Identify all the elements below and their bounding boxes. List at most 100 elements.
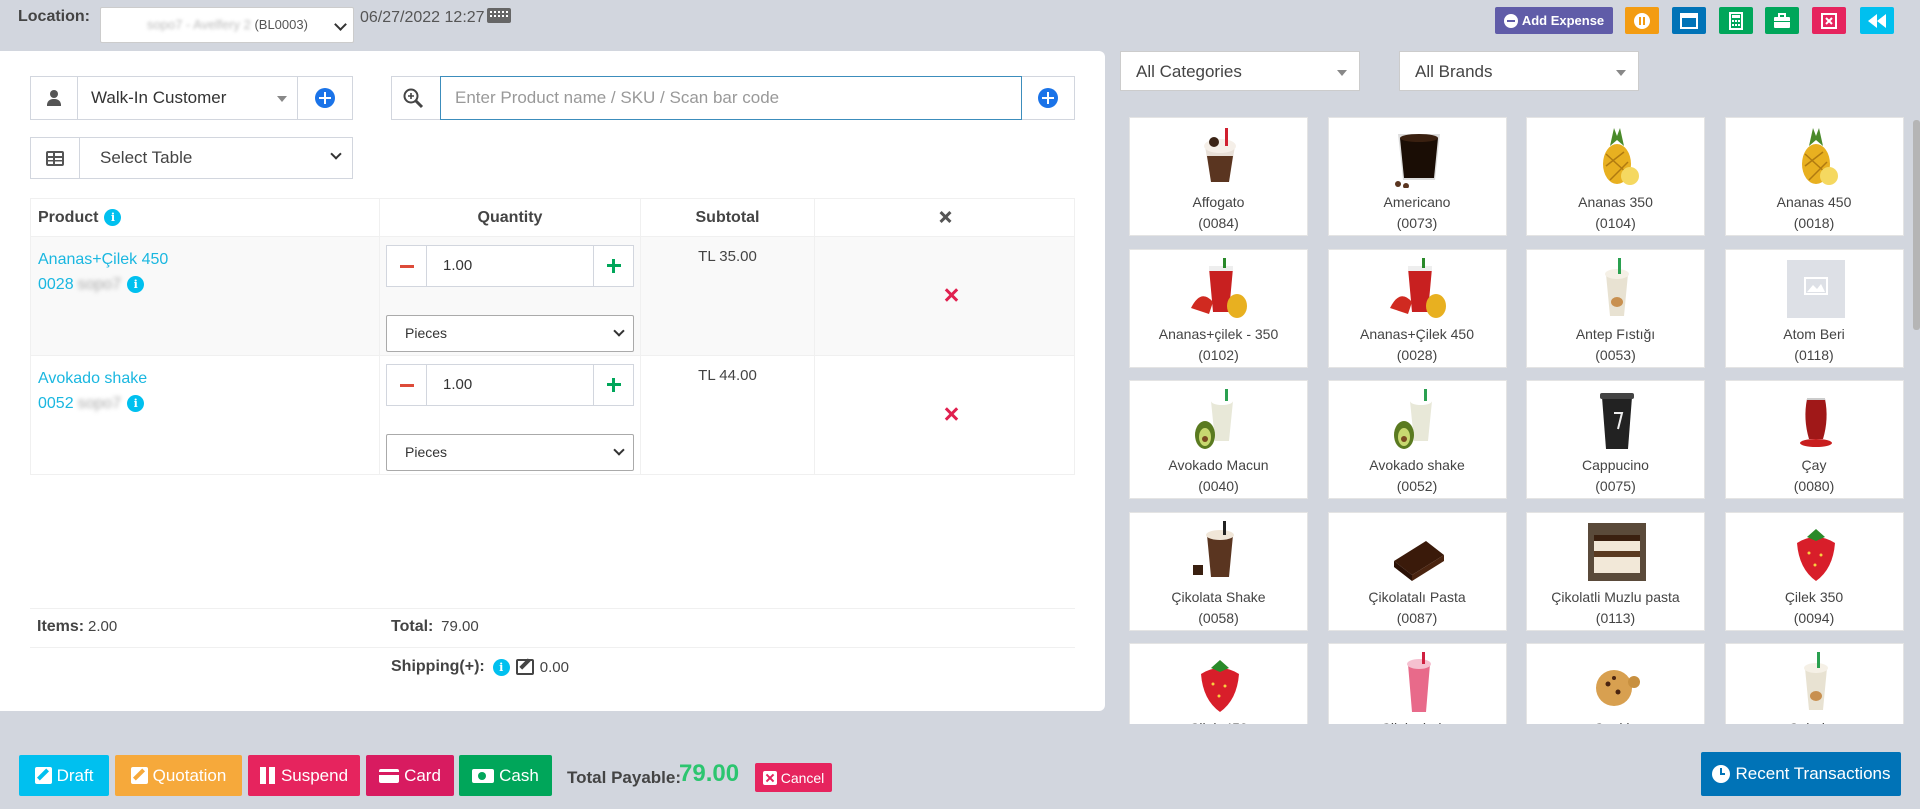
calculator-button[interactable] xyxy=(1719,7,1753,34)
product-tile-name: Americano xyxy=(1383,194,1451,210)
window-button[interactable] xyxy=(1672,7,1706,34)
add-expense-button[interactable]: Add Expense xyxy=(1495,7,1613,34)
draft-button[interactable]: Draft xyxy=(19,755,109,796)
cash-button[interactable]: Cash xyxy=(459,755,552,796)
edit-icon[interactable] xyxy=(515,659,534,675)
product-code-suffix: sopo7 xyxy=(77,276,122,293)
product-code: 0052 xyxy=(38,395,74,412)
product-tile[interactable]: Atom Beri (0118) xyxy=(1724,248,1904,368)
order-table: Product i Quantity Subtotal Ananas+Çilek … xyxy=(30,198,1075,475)
total-value: 79.00 xyxy=(441,618,479,635)
product-tile[interactable]: Çilek 350 (0094) xyxy=(1724,511,1904,631)
product-name-link[interactable]: Avokado shake xyxy=(38,366,379,391)
product-tile-name: Ananas+Çilek 450 xyxy=(1359,325,1475,342)
recent-transactions-button[interactable]: Recent Transactions xyxy=(1701,752,1901,796)
subtotal-header: Subtotal xyxy=(640,198,815,237)
card-button[interactable]: Card xyxy=(366,755,454,796)
info-icon[interactable]: i xyxy=(492,658,510,676)
pineapple-icon xyxy=(1783,126,1849,188)
chevron-down-icon xyxy=(334,18,347,31)
table-selector: Select Table xyxy=(30,137,353,179)
product-tile-name: Cappucino xyxy=(1582,457,1649,473)
add-product-button[interactable] xyxy=(1038,88,1058,108)
quantity-header: Quantity xyxy=(379,198,641,237)
items-label: Items: xyxy=(37,618,85,635)
product-tile[interactable]: Çikolatli Muzlu pasta (0113) xyxy=(1526,511,1705,631)
product-tile[interactable]: Ananas 350 (0104) xyxy=(1526,117,1705,236)
unit-select-value: Pieces xyxy=(405,325,448,341)
product-tile[interactable]: Ananas+çilek - 350 (0102) xyxy=(1129,248,1308,368)
product-tile[interactable]: Antep Fıstığı (0053) xyxy=(1526,248,1705,368)
keyboard-icon[interactable] xyxy=(487,8,511,23)
quotation-button[interactable]: Quotation xyxy=(115,755,242,796)
clock-icon xyxy=(1711,765,1730,783)
info-icon[interactable]: i xyxy=(127,276,145,293)
product-tile[interactable]: Americano (0073) xyxy=(1327,117,1507,236)
product-name-link[interactable]: Ananas+Çilek 450 xyxy=(38,247,379,272)
product-tile-name: Cookie xyxy=(1527,720,1704,724)
go-back-button[interactable] xyxy=(1860,7,1894,34)
close-icon xyxy=(938,210,952,224)
product-tile[interactable]: Affogato (0084) xyxy=(1129,117,1308,236)
product-tile-sku: (0040) xyxy=(1198,478,1239,494)
decrease-quantity-button[interactable] xyxy=(387,246,427,286)
table-select[interactable]: Select Table xyxy=(80,138,352,178)
product-tile[interactable]: Çikolata Shake (0058) xyxy=(1129,511,1308,631)
customer-selector: Walk-In Customer xyxy=(30,76,353,120)
table-row: Ananas+Çilek 450 0028 sopo7 i 1.00 Pieces … xyxy=(30,236,1075,356)
product-tile[interactable]: Ananas 450 (0018) xyxy=(1724,117,1904,236)
caret-down-icon xyxy=(277,96,287,102)
product-grid-scrollbar[interactable] xyxy=(1913,120,1920,330)
unit-select[interactable]: Pieces xyxy=(386,434,634,471)
increase-quantity-button[interactable] xyxy=(593,365,633,405)
location-select[interactable]: sopo7 - Avelfery 2 (BL0003) xyxy=(100,7,354,43)
location-name: sopo7 - Avelfery 2 xyxy=(147,17,251,32)
user-icon xyxy=(31,77,78,119)
product-tile[interactable]: Cookie xyxy=(1526,643,1705,724)
cancel-button[interactable]: Cancel xyxy=(755,763,832,792)
search-input[interactable] xyxy=(440,76,1022,120)
strawberry-icon xyxy=(1187,652,1253,714)
remove-row-icon[interactable] xyxy=(943,406,959,422)
suspend-button[interactable]: Suspend xyxy=(248,755,360,796)
quantity-input[interactable]: 1.00 xyxy=(427,246,593,286)
close-register-button[interactable] xyxy=(1812,7,1846,34)
product-tile-sku: (0028) xyxy=(1396,346,1438,363)
product-tile[interactable]: Çay (0080) xyxy=(1724,380,1904,499)
table-icon xyxy=(31,138,80,178)
product-tile[interactable]: Çilek 450 xyxy=(1129,643,1308,724)
info-icon[interactable]: i xyxy=(127,395,145,412)
register-details-button[interactable] xyxy=(1765,7,1799,34)
pause-button[interactable] xyxy=(1625,7,1659,34)
remove-row-icon[interactable] xyxy=(943,287,959,303)
customer-select[interactable]: Walk-In Customer xyxy=(78,77,298,119)
quantity-stepper: 1.00 xyxy=(386,364,634,406)
choc-shake-icon xyxy=(1187,520,1253,583)
increase-quantity-button[interactable] xyxy=(593,246,633,286)
brand-filter[interactable]: All Brands xyxy=(1399,51,1639,91)
product-header: Product i xyxy=(30,198,380,237)
order-panel: Walk-In Customer Select Table Product i Q… xyxy=(0,51,1105,711)
quantity-input[interactable]: 1.00 xyxy=(427,365,593,405)
product-tile[interactable]: Ananas+Çilek 450 (0028) xyxy=(1327,248,1507,368)
decrease-quantity-button[interactable] xyxy=(387,365,427,405)
close-icon xyxy=(1821,12,1837,29)
add-customer-button[interactable] xyxy=(298,77,352,119)
category-filter[interactable]: All Categories xyxy=(1120,51,1360,91)
product-tile[interactable]: Coladas xyxy=(1724,643,1904,724)
items-count: 2.00 xyxy=(88,618,118,635)
product-tile[interactable]: Çikolatalı Pasta (0087) xyxy=(1327,511,1507,631)
product-tile-sku: (0058) xyxy=(1198,609,1239,626)
product-tile[interactable]: Avokado Macun (0040) xyxy=(1129,380,1308,499)
product-tile[interactable]: Cappucino (0075) xyxy=(1526,380,1705,499)
cake-slice-icon xyxy=(1584,521,1650,583)
product-tile[interactable]: Avokado shake (0052) xyxy=(1327,380,1507,499)
unit-select[interactable]: Pieces xyxy=(386,315,634,352)
product-tile-name: Çilek 350 xyxy=(1784,588,1844,605)
info-icon[interactable]: i xyxy=(104,208,122,226)
product-tile[interactable]: Çilek shake xyxy=(1327,643,1507,724)
plus-icon xyxy=(606,378,621,392)
backward-icon xyxy=(1868,13,1886,28)
product-tile-name: Ananas 350 xyxy=(1578,194,1653,210)
quotation-label: Quotation xyxy=(152,765,227,785)
